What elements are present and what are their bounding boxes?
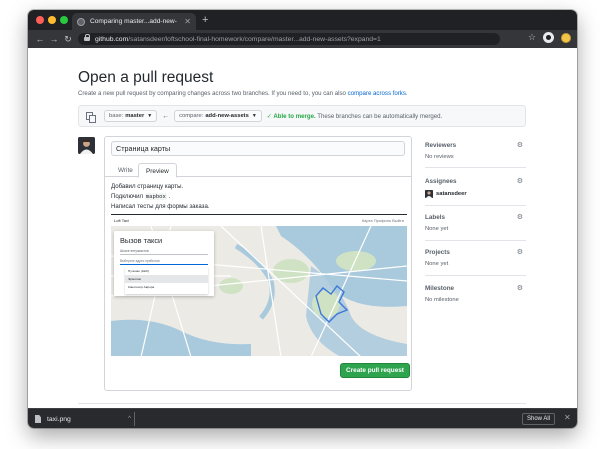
- embedded-header: Loft Taxi Карта Профиль Выйти: [111, 215, 407, 226]
- preview-line: Написал тесты для формы заказа.: [111, 203, 210, 210]
- page-title: Open a pull request: [78, 69, 214, 86]
- tab-title: Comparing master...add-new-: [90, 18, 177, 25]
- projects-heading: Projects: [425, 249, 450, 256]
- labels-section: Labels ⚙ None yet: [425, 214, 526, 241]
- compare-icon: [86, 111, 96, 123]
- back-icon[interactable]: ←: [33, 34, 47, 44]
- github-extension-icon[interactable]: [543, 32, 554, 43]
- reviewers-section: Reviewers ⚙ No reviews: [425, 142, 526, 168]
- milestone-heading: Milestone: [425, 285, 455, 292]
- gear-icon[interactable]: ⚙: [517, 248, 523, 256]
- preview-body: Добавил страницу карты. Подключил mapbox…: [111, 182, 407, 212]
- reviewers-heading: Reviewers: [425, 142, 457, 149]
- embedded-option: Эрмитаж: [125, 275, 208, 283]
- forward-icon[interactable]: →: [47, 34, 61, 44]
- chevron-up-icon[interactable]: ^: [128, 416, 131, 422]
- editor-tabs: Write Preview: [105, 161, 411, 178]
- embedded-screenshot: Loft Taxi Карта Профиль Выйти Вызов такс…: [111, 214, 407, 356]
- compare-branch-select[interactable]: compare: add-new-assets ▼: [174, 110, 262, 122]
- new-tab-button[interactable]: +: [202, 13, 208, 27]
- tab-write[interactable]: Write: [111, 163, 140, 177]
- create-pull-request-button[interactable]: Create pull request: [340, 363, 410, 378]
- browser-tab[interactable]: Comparing master...add-new- ✕: [72, 13, 196, 30]
- download-item[interactable]: taxi.png ^: [35, 412, 131, 426]
- user-avatar[interactable]: [78, 137, 95, 154]
- bookmark-star-icon[interactable]: ☆: [528, 32, 536, 43]
- embedded-option: Пулково (LED): [128, 269, 149, 273]
- milestone-value: No milestone: [425, 297, 459, 303]
- tab-preview[interactable]: Preview: [138, 163, 177, 178]
- pr-title-input[interactable]: [111, 141, 405, 156]
- close-icon[interactable]: ✕: [564, 413, 571, 422]
- file-icon: [35, 415, 41, 423]
- browser-toolbar: ← → ↻ github.com/satansdeer/loftschool-f…: [28, 30, 577, 48]
- close-window-button[interactable]: [36, 16, 44, 24]
- embedded-field-from: Шоссе энтузиастов: [120, 249, 208, 255]
- tab-strip: Comparing master...add-new- ✕ +: [28, 10, 577, 30]
- pull-request-form: Write Preview Добавил страницу карты. По…: [104, 136, 412, 391]
- milestone-section: Milestone ⚙ No milestone: [425, 285, 526, 312]
- download-file-name: taxi.png: [47, 415, 71, 423]
- download-bar: taxi.png ^ Show All ✕: [28, 408, 577, 428]
- reviewers-value: No reviews: [425, 154, 454, 160]
- github-favicon-icon: [77, 17, 85, 26]
- profile-avatar-icon[interactable]: [561, 32, 571, 43]
- embedded-logo: Loft Taxi: [114, 218, 129, 223]
- assignee-avatar: [425, 190, 433, 198]
- projects-value: None yet: [425, 261, 449, 267]
- page-subtitle: Create a new pull request by comparing c…: [78, 90, 408, 97]
- address-bar[interactable]: github.com/satansdeer/loftschool-final-h…: [78, 33, 500, 45]
- lock-icon: [84, 34, 90, 42]
- embedded-option: Кинотеатр Аврора: [128, 285, 155, 289]
- inline-code: mapbox: [144, 193, 167, 200]
- embedded-field-to: Выберите адрес прибытия: [120, 259, 208, 265]
- tab-close-icon[interactable]: ✕: [184, 17, 191, 26]
- gear-icon[interactable]: ⚙: [517, 141, 523, 149]
- browser-window: Comparing master...add-new- ✕ + ← → ↻ gi…: [28, 10, 577, 428]
- show-all-button[interactable]: Show All: [522, 413, 556, 425]
- assignee-item[interactable]: satansdeer: [425, 190, 467, 198]
- embedded-card-title: Вызов такси: [120, 236, 163, 245]
- assignees-section: Assignees ⚙ satansdeer: [425, 178, 526, 206]
- gear-icon[interactable]: ⚙: [517, 177, 523, 185]
- labels-value: None yet: [425, 226, 449, 232]
- gear-icon[interactable]: ⚙: [517, 284, 523, 292]
- compare-forks-link[interactable]: compare across forks.: [348, 90, 408, 97]
- download-separator: [134, 412, 135, 426]
- reload-icon[interactable]: ↻: [61, 34, 75, 45]
- gear-icon[interactable]: ⚙: [517, 213, 523, 221]
- minimize-window-button[interactable]: [48, 16, 56, 24]
- preview-line: Добавил страницу карты.: [111, 183, 184, 190]
- labels-heading: Labels: [425, 214, 445, 221]
- merge-status: ✓ Able to merge. These branches can be a…: [266, 112, 443, 120]
- projects-section: Projects ⚙ None yet: [425, 249, 526, 276]
- caret-down-icon: ▼: [251, 113, 257, 119]
- assignees-heading: Assignees: [425, 178, 457, 185]
- maximize-window-button[interactable]: [60, 16, 68, 24]
- base-branch-select[interactable]: base: master ▼: [104, 110, 158, 122]
- arrow-left-icon: ←: [162, 112, 170, 120]
- embedded-taxi-card: Вызов такси Шоссе энтузиастов Выберите а…: [114, 231, 214, 296]
- compare-bar: base: master ▼ ← compare: add-new-assets ▼ ✓…: [78, 105, 526, 127]
- caret-down-icon: ▼: [147, 113, 153, 119]
- embedded-nav: Карта Профиль Выйти: [361, 218, 404, 223]
- page-content: Open a pull request Create a new pull re…: [28, 48, 577, 408]
- embedded-dropdown: Пулково (LED) Эрмитаж Кинотеатр Аврора: [125, 267, 208, 294]
- url-text: github.com/satansdeer/loftschool-final-h…: [95, 35, 381, 43]
- preview-line: Подключил mapbox .: [111, 193, 171, 200]
